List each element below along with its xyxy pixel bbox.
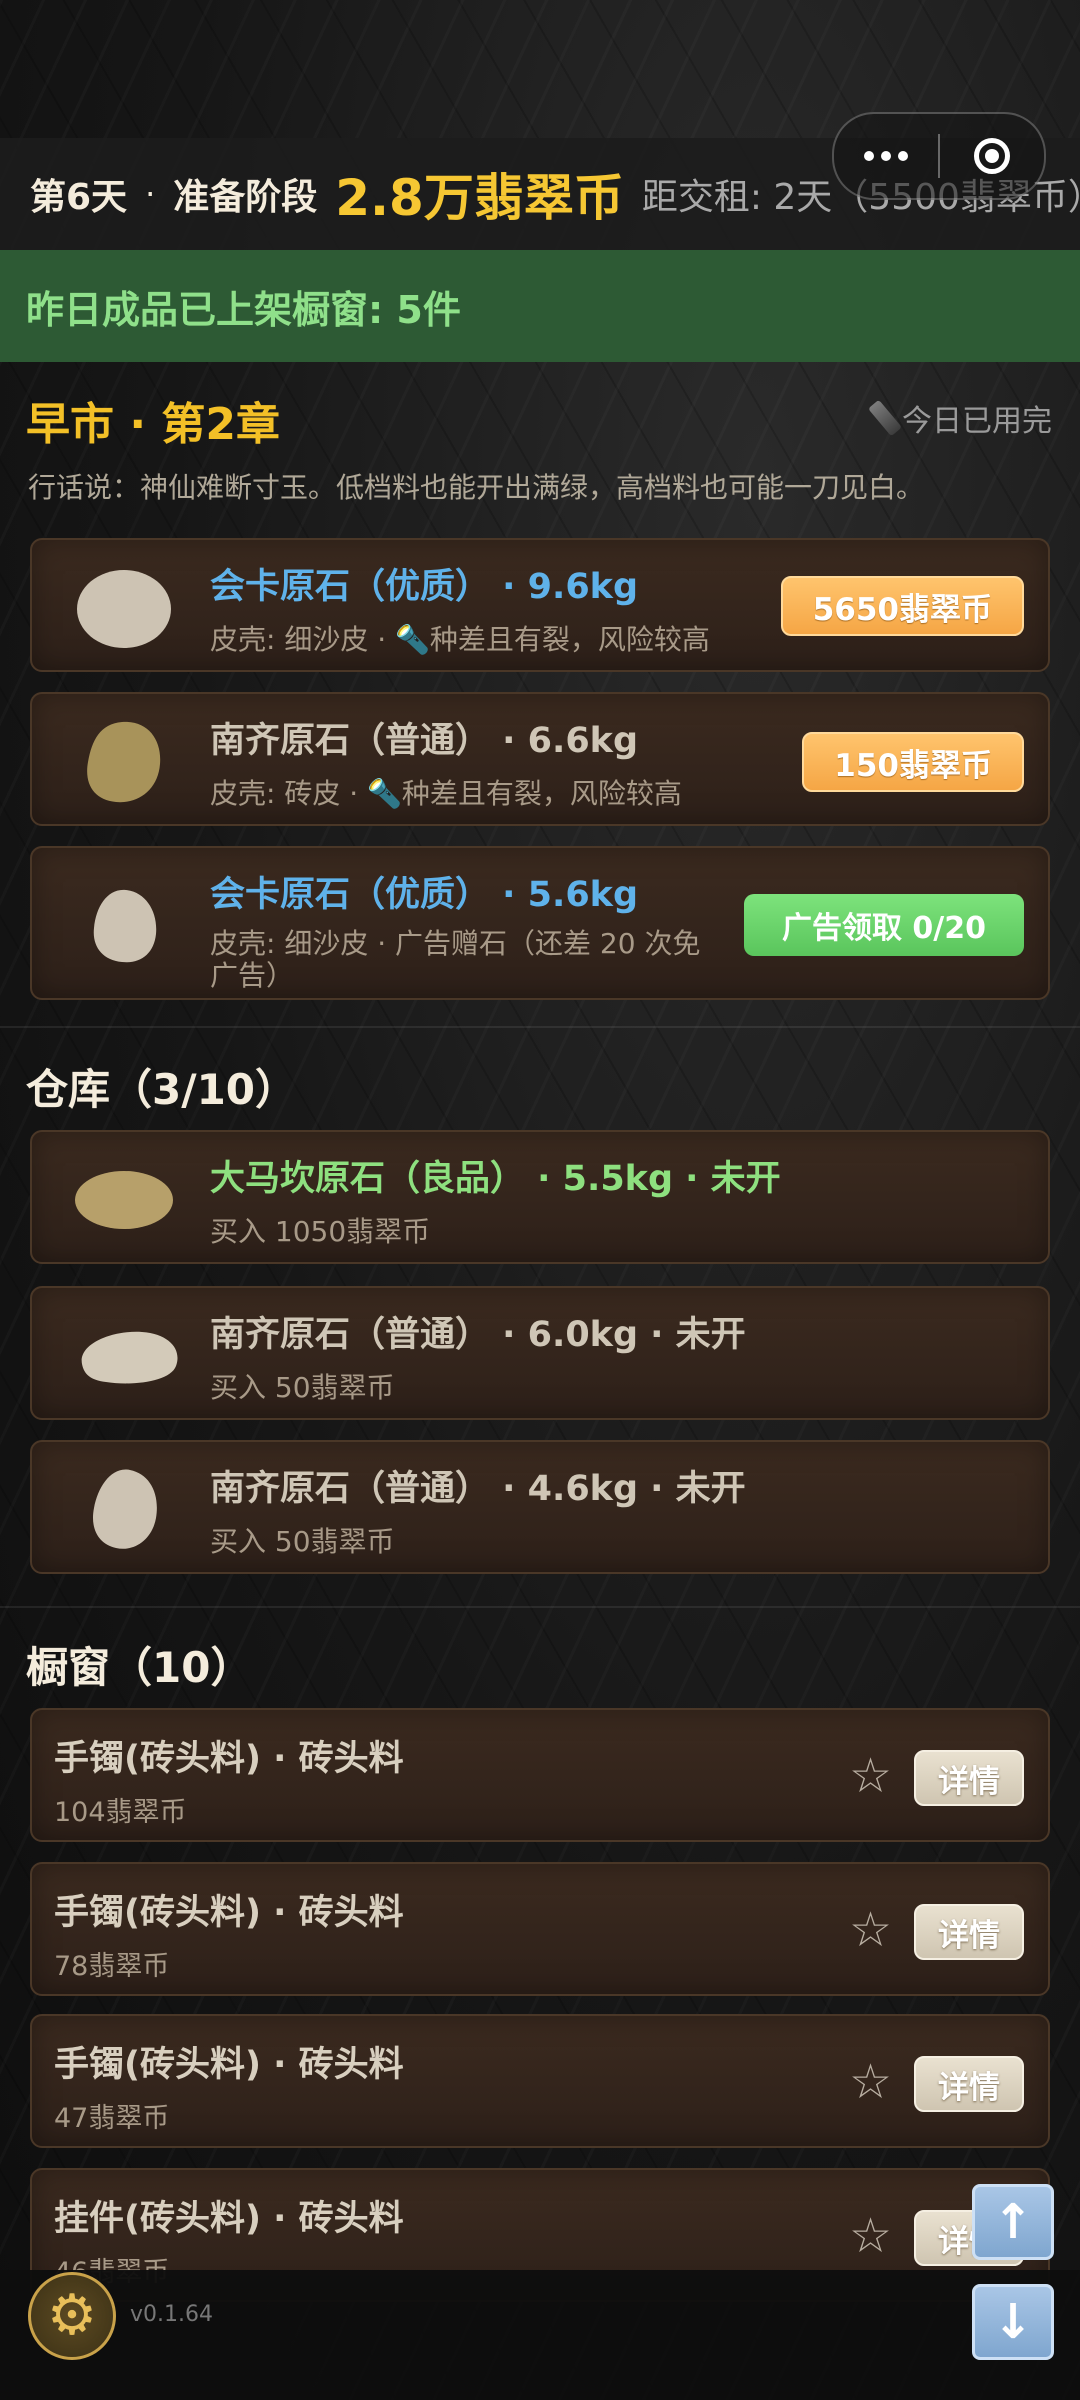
more-button[interactable] xyxy=(834,114,938,198)
market-item[interactable]: 南齐原石（普通） · 6.6kg 皮壳: 砖皮 · 🔦种差且有裂，风险较高 15… xyxy=(30,692,1050,826)
showcase-item-price: 47翡翠币 xyxy=(54,2103,170,2134)
miniprogram-capsule xyxy=(832,112,1046,200)
warehouse-item[interactable]: 南齐原石（普通） · 6.0kg · 未开 买入 50翡翠币 xyxy=(30,1286,1050,1420)
market-title: 早市 · 第2章 xyxy=(26,399,280,450)
market-item-detail: 皮壳: 细沙皮 · 🔦种差且有裂，风险较高 xyxy=(210,623,710,656)
stage-label: 准备阶段 xyxy=(173,177,318,218)
used-today-label: 今日已用完 xyxy=(902,404,1052,439)
used-today-status: 今日已用完 xyxy=(868,396,1052,440)
showcase-item-title: 手镯(砖头料) · 砖头料 xyxy=(54,2045,404,2085)
warehouse-item-price: 买入 50翡翠币 xyxy=(210,1371,395,1404)
bottom-bar xyxy=(0,2270,1080,2400)
stone-icon xyxy=(87,721,161,803)
stone-icon xyxy=(81,1331,178,1384)
warehouse-item-title: 南齐原石（普通） · 6.0kg · 未开 xyxy=(210,1315,746,1355)
warehouse-item-price: 买入 1050翡翠币 xyxy=(210,1215,431,1248)
stone-icon xyxy=(75,1171,173,1229)
notice-banner: 昨日成品已上架橱窗: 5件 xyxy=(0,250,1080,362)
separator: · xyxy=(145,175,156,213)
showcase-item-title: 手镯(砖头料) · 砖头料 xyxy=(54,1739,404,1779)
showcase-item-price: 78翡翠币 xyxy=(54,1951,170,1982)
arrow-up-icon[interactable]: ↑ xyxy=(972,2184,1054,2260)
version-label: v0.1.64 xyxy=(130,2302,213,2327)
showcase-item[interactable]: 手镯(砖头料) · 砖头料 47翡翠币 ☆ 详情 xyxy=(30,2014,1050,2148)
star-icon[interactable]: ☆ xyxy=(849,2058,892,2106)
warehouse-item-price: 买入 50翡翠币 xyxy=(210,1525,395,1558)
coin-balance: 2.8万翡翠币 xyxy=(335,169,624,227)
star-icon[interactable]: ☆ xyxy=(849,1906,892,1954)
star-icon[interactable]: ☆ xyxy=(849,1752,892,1800)
showcase-item[interactable]: 手镯(砖头料) · 砖头料 104翡翠币 ☆ 详情 xyxy=(30,1708,1050,1842)
market-item-title: 会卡原石（优质） · 9.6kg xyxy=(210,567,638,607)
detail-button[interactable]: 详情 xyxy=(914,1904,1024,1960)
showcase-item[interactable]: 手镯(砖头料) · 砖头料 78翡翠币 ☆ 详情 xyxy=(30,1862,1050,1996)
market-saying: 行话说：神仙难断寸玉。低档料也能开出满绿，高档料也可能一刀见白。 xyxy=(28,471,925,504)
showcase-item-title: 挂件(砖头料) · 砖头料 xyxy=(54,2199,404,2239)
market-item-title: 南齐原石（普通） · 6.6kg xyxy=(210,721,638,761)
warehouse-item[interactable]: 大马坎原石（良品） · 5.5kg · 未开 买入 1050翡翠币 xyxy=(30,1130,1050,1264)
market-item[interactable]: 会卡原石（优质） · 9.6kg 皮壳: 细沙皮 · 🔦种差且有裂，风险较高 5… xyxy=(30,538,1050,672)
buy-button[interactable]: 5650翡翠币 xyxy=(780,576,1024,636)
detail-button[interactable]: 详情 xyxy=(914,1750,1024,1806)
stone-icon xyxy=(93,889,157,963)
showcase-title: 橱窗（10） xyxy=(26,1643,253,1692)
detail-button[interactable]: 详情 xyxy=(914,2056,1024,2112)
flashlight-icon xyxy=(868,399,902,437)
warehouse-title: 仓库（3/10） xyxy=(26,1065,298,1114)
gear-icon[interactable]: ⚙ xyxy=(28,2272,116,2360)
stone-icon xyxy=(92,1469,157,1549)
warehouse-item-title: 大马坎原石（良品） · 5.5kg · 未开 xyxy=(210,1159,781,1199)
market-item-detail: 皮壳: 砖皮 · 🔦种差且有裂，风险较高 xyxy=(210,777,682,810)
ad-claim-button[interactable]: 广告领取 0/20 xyxy=(744,894,1024,956)
target-icon xyxy=(974,138,1010,174)
showcase-item-title: 手镯(砖头料) · 砖头料 xyxy=(54,1893,404,1933)
star-icon[interactable]: ☆ xyxy=(849,2212,892,2260)
warehouse-item-title: 南齐原石（普通） · 4.6kg · 未开 xyxy=(210,1469,746,1509)
arrow-down-icon[interactable]: ↓ xyxy=(972,2284,1054,2360)
day-counter: 第6天 xyxy=(30,177,128,218)
market-item-title: 会卡原石（优质） · 5.6kg xyxy=(210,875,638,915)
warehouse-item[interactable]: 南齐原石（普通） · 4.6kg · 未开 买入 50翡翠币 xyxy=(30,1440,1050,1574)
market-item[interactable]: 会卡原石（优质） · 5.6kg 皮壳: 细沙皮 · 广告赠石（还差 20 次免… xyxy=(30,846,1050,1000)
close-button[interactable] xyxy=(940,114,1044,198)
market-item-detail-cont: 广告） xyxy=(210,959,295,992)
section-divider xyxy=(0,1026,1080,1028)
more-dots-icon xyxy=(864,151,908,161)
showcase-item-price: 104翡翠币 xyxy=(54,1797,187,1828)
buy-button[interactable]: 150翡翠币 xyxy=(802,732,1024,792)
stone-icon xyxy=(77,570,171,648)
section-divider xyxy=(0,1606,1080,1608)
